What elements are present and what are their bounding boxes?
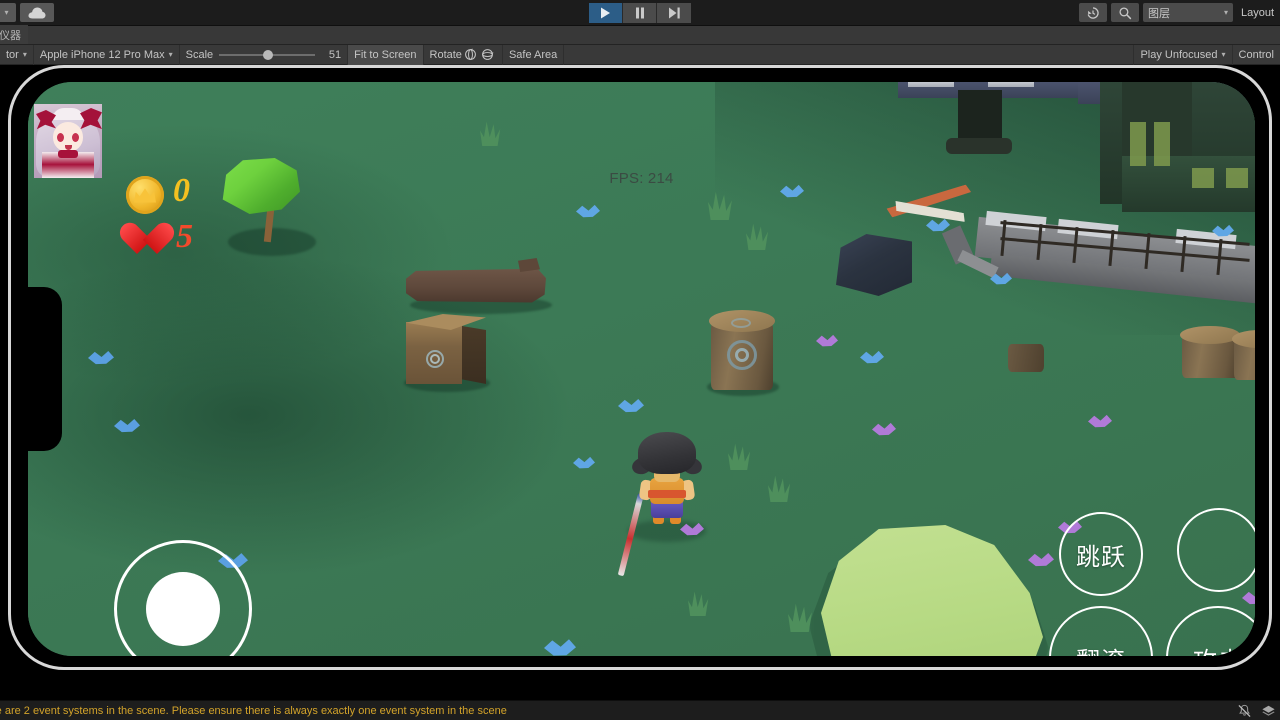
avatar — [34, 104, 102, 178]
pause-button[interactable] — [623, 3, 657, 23]
status-bar: re are 2 event systems in the scene. Ple… — [0, 700, 1280, 720]
rotate-x-glyph — [464, 48, 477, 61]
play-unfocused-label: Play Unfocused — [1140, 49, 1217, 61]
pause-icon — [635, 7, 645, 19]
scale-slider[interactable]: Scale 51 — [186, 49, 342, 61]
layers-label: 图层 — [1148, 5, 1170, 21]
game-view-canvas[interactable]: 0 5 FPS: 214 跳跃 翻滚 攻击 — [0, 65, 1280, 700]
chevron-down-icon: ▾ — [169, 50, 173, 59]
display-dropdown[interactable]: tor ▾ — [0, 45, 34, 65]
play-unfocused-dropdown[interactable]: Play Unfocused ▾ — [1134, 45, 1232, 65]
chevron-down-icon: ▾ — [1222, 50, 1226, 59]
history-icon[interactable] — [1079, 3, 1107, 22]
life-count: 5 — [176, 218, 193, 256]
status-bar-icons — [1236, 704, 1276, 718]
unity-editor-window: ▾ — [0, 0, 1280, 720]
panel-tabstrip: 仪器 — [0, 26, 1280, 45]
safe-area-toggle[interactable]: Safe Area — [503, 45, 564, 65]
device-label: Apple iPhone 12 Pro Max — [40, 49, 165, 61]
fps-counter: FPS: 214 — [28, 170, 1255, 187]
scale-slider-track[interactable] — [219, 54, 315, 56]
crown-glyph — [134, 188, 156, 203]
device-resolution-dropdown[interactable]: Apple iPhone 12 Pro Max ▾ — [34, 45, 180, 65]
game-view-toolbar: tor ▾ Apple iPhone 12 Pro Max ▾ Scale 51… — [0, 45, 1280, 65]
scale-label: Scale — [186, 49, 214, 61]
layers-stack-icon[interactable] — [1260, 704, 1276, 718]
step-icon — [668, 7, 680, 19]
rotate-y-icon[interactable] — [481, 48, 494, 61]
jump-button[interactable]: 跳跃 — [1059, 512, 1143, 596]
controls-dropdown[interactable]: Control — [1233, 45, 1280, 65]
joystick-knob[interactable] — [146, 572, 220, 646]
device-screen[interactable]: 0 5 FPS: 214 跳跃 翻滚 攻击 — [28, 82, 1255, 656]
layers-dropdown[interactable]: 图层 ▾ — [1143, 3, 1233, 22]
rotate-group[interactable]: Rotate — [424, 45, 503, 65]
search-icon[interactable] — [1111, 3, 1139, 22]
rotate-label: Rotate — [430, 49, 462, 61]
avatar-eye-right — [72, 133, 79, 142]
display-label: tor — [6, 49, 19, 61]
chevron-down-icon: ▾ — [23, 50, 27, 59]
scale-value: 51 — [321, 49, 341, 61]
heart-icon — [128, 222, 166, 256]
play-icon — [600, 7, 611, 19]
extra-action-button[interactable] — [1177, 508, 1255, 592]
play-button-group — [589, 3, 691, 23]
toolbar-spacer — [564, 45, 1134, 65]
tab-instruments[interactable]: 仪器 — [0, 25, 28, 44]
mute-bell-icon[interactable] — [1236, 704, 1252, 718]
layers-stack-glyph — [1261, 704, 1276, 718]
device-frame: 0 5 FPS: 214 跳跃 翻滚 攻击 — [8, 65, 1272, 670]
search-glyph — [1118, 6, 1132, 20]
play-button[interactable] — [589, 3, 623, 23]
game-hud: 0 5 FPS: 214 跳跃 翻滚 攻击 — [28, 82, 1255, 656]
unity-main-toolbar: ▾ — [0, 0, 1280, 26]
layout-dropdown[interactable]: Layout — [1237, 7, 1278, 19]
roll-button[interactable]: 翻滚 — [1049, 606, 1153, 656]
fit-to-screen-button[interactable]: Fit to Screen — [348, 45, 423, 65]
step-button[interactable] — [657, 3, 691, 23]
rotate-x-icon[interactable] — [464, 48, 477, 61]
chevron-down-icon: ▾ — [1224, 8, 1228, 17]
avatar-headdress — [52, 108, 84, 120]
avatar-eye-left — [57, 133, 64, 142]
status-message[interactable]: re are 2 event systems in the scene. Ple… — [0, 705, 507, 717]
rotate-y-glyph — [481, 48, 494, 61]
scale-slider-knob[interactable] — [263, 50, 273, 60]
attack-button[interactable]: 攻击 — [1166, 606, 1255, 656]
history-glyph — [1086, 6, 1100, 20]
scale-slider-group[interactable]: Scale 51 — [180, 45, 349, 65]
avatar-collar — [58, 150, 78, 158]
toolbar-right-group: 图层 ▾ Layout — [1079, 3, 1278, 22]
mute-bell-glyph — [1237, 704, 1252, 718]
